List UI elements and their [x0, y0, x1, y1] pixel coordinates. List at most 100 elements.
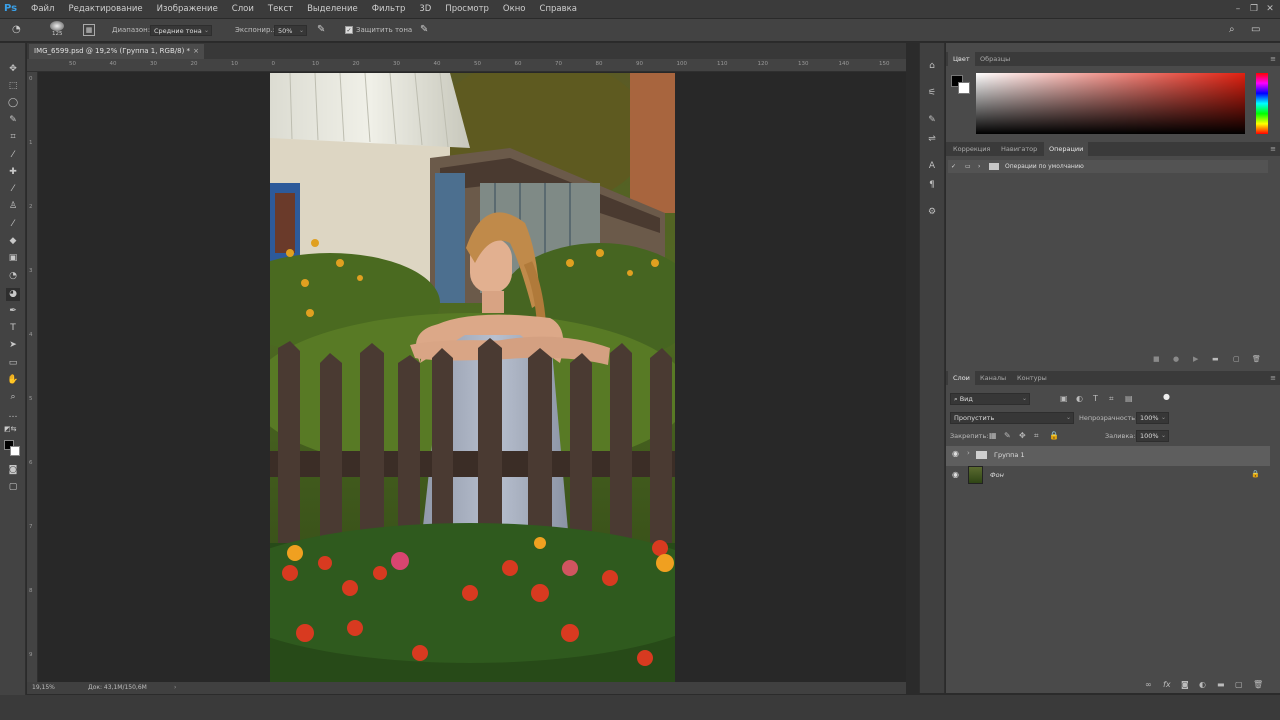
new-layer-icon[interactable]: ▢ [1235, 680, 1243, 689]
add-mask-icon[interactable]: ◙ [1181, 680, 1189, 689]
sponge-tool-icon[interactable]: ◕ [6, 288, 20, 301]
lock-transparent-icon[interactable]: ▦ [989, 431, 997, 440]
stop-icon[interactable]: ■ [1153, 355, 1160, 363]
menu-3d[interactable]: 3D [412, 0, 438, 19]
panel-menu-icon[interactable]: ≡ [1270, 371, 1276, 385]
filter-shape-icon[interactable]: ⌗ [1109, 394, 1114, 404]
exposure-field[interactable]: 50% ⌄ [274, 25, 307, 36]
zoom-tool-icon[interactable]: ⌕ [6, 391, 20, 404]
adjustments-icon[interactable]: ⇌ [926, 133, 938, 145]
brush-tool-icon[interactable]: ⁄ [6, 183, 20, 196]
link-layers-icon[interactable]: ∞ [1145, 680, 1152, 689]
menu-edit[interactable]: Редактирование [61, 0, 149, 19]
pen-tool-icon[interactable]: ✒ [6, 305, 20, 318]
menu-select[interactable]: Выделение [300, 0, 365, 19]
tab-color[interactable]: Цвет [948, 52, 975, 66]
new-set-icon[interactable]: ▬ [1212, 355, 1219, 363]
document-image[interactable] [270, 73, 675, 682]
layer-filter-select[interactable]: ⌕ Вид ⌄ [950, 393, 1030, 405]
crop-tool-icon[interactable]: ⌗ [6, 131, 20, 144]
brush-settings-icon[interactable]: ✎ [926, 114, 938, 126]
search-icon[interactable]: ⌕ [1229, 24, 1235, 35]
close-tab-icon[interactable]: × [193, 44, 199, 59]
expand-arrow-icon[interactable]: › [967, 449, 970, 457]
panel-menu-icon[interactable]: ≡ [1270, 142, 1276, 156]
delete-action-icon[interactable]: 🗑 [1252, 355, 1261, 363]
type-tool-icon[interactable]: T [6, 322, 20, 335]
delete-layer-icon[interactable]: 🗑 [1253, 680, 1263, 689]
menu-type[interactable]: Текст [261, 0, 300, 19]
minimize-icon[interactable]: – [1232, 3, 1244, 15]
adjustment-layer-icon[interactable]: ◐ [1199, 680, 1206, 689]
quick-select-tool-icon[interactable]: ✎ [6, 114, 20, 127]
opacity-field[interactable]: 100% ⌄ [1136, 412, 1169, 424]
tab-actions[interactable]: Операции [1044, 142, 1089, 156]
menu-window[interactable]: Окно [496, 0, 533, 19]
tab-swatches[interactable]: Образцы [975, 52, 1015, 66]
default-colors-icon[interactable]: ◩⇆ [4, 425, 16, 433]
play-icon[interactable]: ▶ [1193, 355, 1198, 363]
status-arrow-icon[interactable]: › [174, 682, 176, 694]
eye-icon[interactable]: ◉ [952, 449, 959, 458]
brush-panel-icon[interactable]: ▦ [83, 24, 95, 36]
lock-pixels-icon[interactable]: ✎ [1004, 431, 1011, 440]
lock-position-icon[interactable]: ✥ [1019, 431, 1026, 440]
brush-preview-icon[interactable] [50, 21, 64, 31]
lasso-tool-icon[interactable]: ◯ [6, 97, 20, 110]
screen-mode-icon[interactable]: ▢ [6, 481, 20, 494]
character-icon[interactable]: A [926, 160, 938, 172]
lock-artboard-icon[interactable]: ⌗ [1034, 431, 1039, 441]
filter-toggle-icon[interactable]: ● [1163, 392, 1170, 401]
tab-adjustments[interactable]: Коррекция [948, 142, 995, 156]
healing-tool-icon[interactable]: ✚ [6, 166, 20, 179]
record-icon[interactable]: ● [1173, 355, 1179, 363]
path-select-tool-icon[interactable]: ➤ [6, 339, 20, 352]
fill-field[interactable]: 100% ⌄ [1136, 430, 1169, 442]
layer-name[interactable]: Группа 1 [994, 451, 1025, 459]
panel-menu-icon[interactable]: ≡ [1270, 52, 1276, 66]
layer-row-background[interactable]: ◉ Фон 🔒 [946, 465, 1270, 485]
menu-layers[interactable]: Слои [225, 0, 261, 19]
menu-view[interactable]: Просмотр [438, 0, 496, 19]
shape-tool-icon[interactable]: ▭ [6, 357, 20, 370]
history-icon[interactable]: ⌂ [926, 60, 938, 72]
menu-filter[interactable]: Фильтр [365, 0, 413, 19]
close-icon[interactable]: ✕ [1264, 3, 1276, 15]
layer-name[interactable]: Фон [990, 471, 1004, 479]
tab-navigator[interactable]: Навигатор [996, 142, 1042, 156]
move-tool-icon[interactable]: ✥ [6, 63, 20, 76]
airbrush-icon[interactable]: ✎ [317, 24, 325, 35]
background-color-swatch[interactable] [10, 446, 20, 456]
new-action-icon[interactable]: ▢ [1233, 355, 1240, 363]
marquee-tool-icon[interactable]: ⬚ [6, 80, 20, 93]
quick-mask-icon[interactable]: ◙ [6, 464, 20, 477]
hue-slider[interactable] [1256, 73, 1268, 134]
menu-help[interactable]: Справка [533, 0, 584, 19]
bg-color-chip[interactable] [958, 82, 970, 94]
toggle-check-icon[interactable]: ✓ [951, 160, 956, 173]
eraser-tool-icon[interactable]: ◆ [6, 235, 20, 248]
eyedropper-tool-icon[interactable]: ⁄ [6, 149, 20, 162]
tab-paths[interactable]: Контуры [1012, 371, 1052, 385]
restore-icon[interactable]: ❐ [1248, 3, 1260, 15]
menu-image[interactable]: Изображение [150, 0, 225, 19]
sponge-tool-preset-icon[interactable]: ◔ [12, 24, 28, 36]
hand-tool-icon[interactable]: ✋ [6, 374, 20, 387]
more-tools-icon[interactable]: … [6, 409, 20, 422]
zoom-level[interactable]: 19,15% [32, 682, 55, 694]
layer-style-icon[interactable]: fx [1163, 680, 1171, 689]
tab-layers[interactable]: Слои [948, 371, 975, 385]
menu-file[interactable]: Файл [24, 0, 61, 19]
filter-type-icon[interactable]: T [1093, 394, 1098, 403]
paragraph-icon[interactable]: ¶ [926, 179, 938, 191]
tab-channels[interactable]: Каналы [975, 371, 1011, 385]
tool-presets-icon[interactable]: ⚟ [926, 87, 938, 99]
eye-icon[interactable]: ◉ [952, 470, 959, 479]
dialog-toggle-icon[interactable]: ▭ [965, 160, 971, 173]
workspace-icon[interactable]: ▭ [1251, 24, 1260, 35]
expand-arrow-icon[interactable]: › [978, 160, 980, 173]
new-group-icon[interactable]: ▬ [1217, 680, 1225, 689]
properties-icon[interactable]: ⚙ [926, 206, 938, 218]
pressure-icon[interactable]: ✎ [420, 24, 428, 35]
protect-tones-checkbox[interactable]: ✓ [345, 26, 353, 34]
